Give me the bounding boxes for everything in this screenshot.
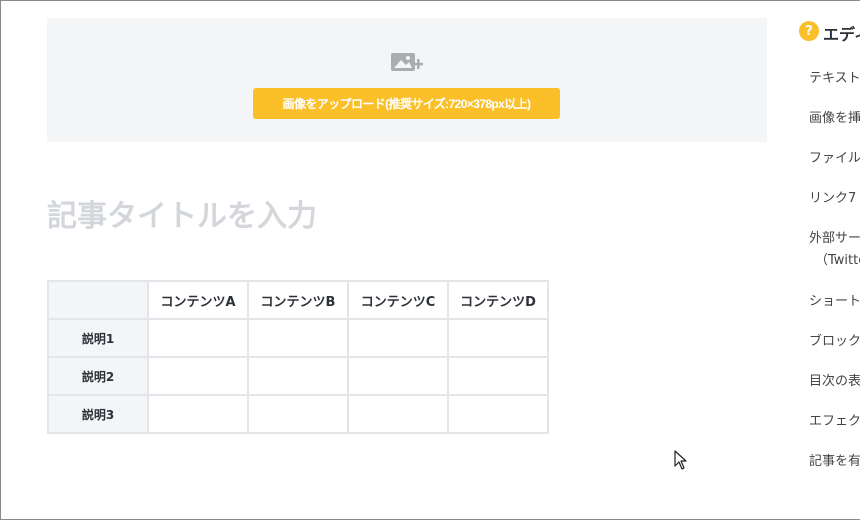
table-column-header[interactable]: コンテンツC bbox=[347, 280, 449, 320]
table-cell[interactable] bbox=[147, 356, 249, 396]
upload-image-button[interactable]: 画像をアップロード(推奨サイズ:720×378px以上) bbox=[253, 88, 560, 119]
help-item[interactable]: テキスト bbox=[809, 67, 860, 86]
table-column-header[interactable]: コンテンツB bbox=[247, 280, 349, 320]
table-cell[interactable] bbox=[447, 356, 549, 396]
help-item[interactable]: 画像を挿 bbox=[809, 107, 860, 126]
table-row: 説明3 bbox=[47, 394, 549, 434]
help-item[interactable]: 外部サー bbox=[809, 227, 860, 246]
table-header-row: コンテンツA コンテンツB コンテンツC コンテンツD bbox=[47, 280, 549, 320]
table-cell[interactable] bbox=[247, 318, 349, 358]
help-item[interactable]: 記事を有 bbox=[809, 450, 860, 469]
table-cell[interactable] bbox=[247, 394, 349, 434]
add-image-icon[interactable] bbox=[390, 50, 424, 74]
editor-help-panel: ? エディ テキスト 画像を挿 ファイル リンク7 外部サー （Twitte シ… bbox=[797, 19, 860, 519]
table-row: 説明1 bbox=[47, 318, 549, 358]
table-row-header[interactable]: 説明3 bbox=[47, 394, 149, 434]
help-item[interactable]: リンク7 bbox=[809, 187, 856, 206]
table-cell[interactable] bbox=[147, 394, 249, 434]
comparison-table[interactable]: コンテンツA コンテンツB コンテンツC コンテンツD 説明1 説明2 説明3 bbox=[47, 280, 549, 434]
help-item[interactable]: エフェク bbox=[809, 410, 860, 429]
help-item[interactable]: ファイル bbox=[809, 147, 860, 166]
help-item[interactable]: ショート bbox=[809, 290, 860, 309]
header-image-upload-area[interactable]: 画像をアップロード(推奨サイズ:720×378px以上) bbox=[47, 18, 767, 142]
help-panel-title: エディ bbox=[823, 25, 860, 44]
help-item[interactable]: ブロック bbox=[809, 330, 860, 349]
table-cell[interactable] bbox=[347, 356, 449, 396]
table-cell[interactable] bbox=[347, 394, 449, 434]
help-item-subtext: （Twitte bbox=[815, 253, 860, 268]
table-column-header[interactable]: コンテンツA bbox=[147, 280, 249, 320]
table-cell[interactable] bbox=[447, 394, 549, 434]
mouse-cursor-icon bbox=[674, 450, 687, 470]
editor-window: 画像をアップロード(推奨サイズ:720×378px以上) 記事タイトルを入力 コ… bbox=[0, 0, 860, 520]
table-corner-cell[interactable] bbox=[47, 280, 149, 320]
question-icon: ? bbox=[799, 21, 819, 41]
table-row-header[interactable]: 説明2 bbox=[47, 356, 149, 396]
table-cell[interactable] bbox=[247, 356, 349, 396]
table-row-header[interactable]: 説明1 bbox=[47, 318, 149, 358]
table-cell[interactable] bbox=[347, 318, 449, 358]
table-cell[interactable] bbox=[147, 318, 249, 358]
table-cell[interactable] bbox=[447, 318, 549, 358]
article-title-input[interactable]: 記事タイトルを入力 bbox=[47, 191, 647, 235]
table-row: 説明2 bbox=[47, 356, 549, 396]
table-column-header[interactable]: コンテンツD bbox=[447, 280, 549, 320]
help-item[interactable]: 目次の表 bbox=[809, 370, 860, 389]
